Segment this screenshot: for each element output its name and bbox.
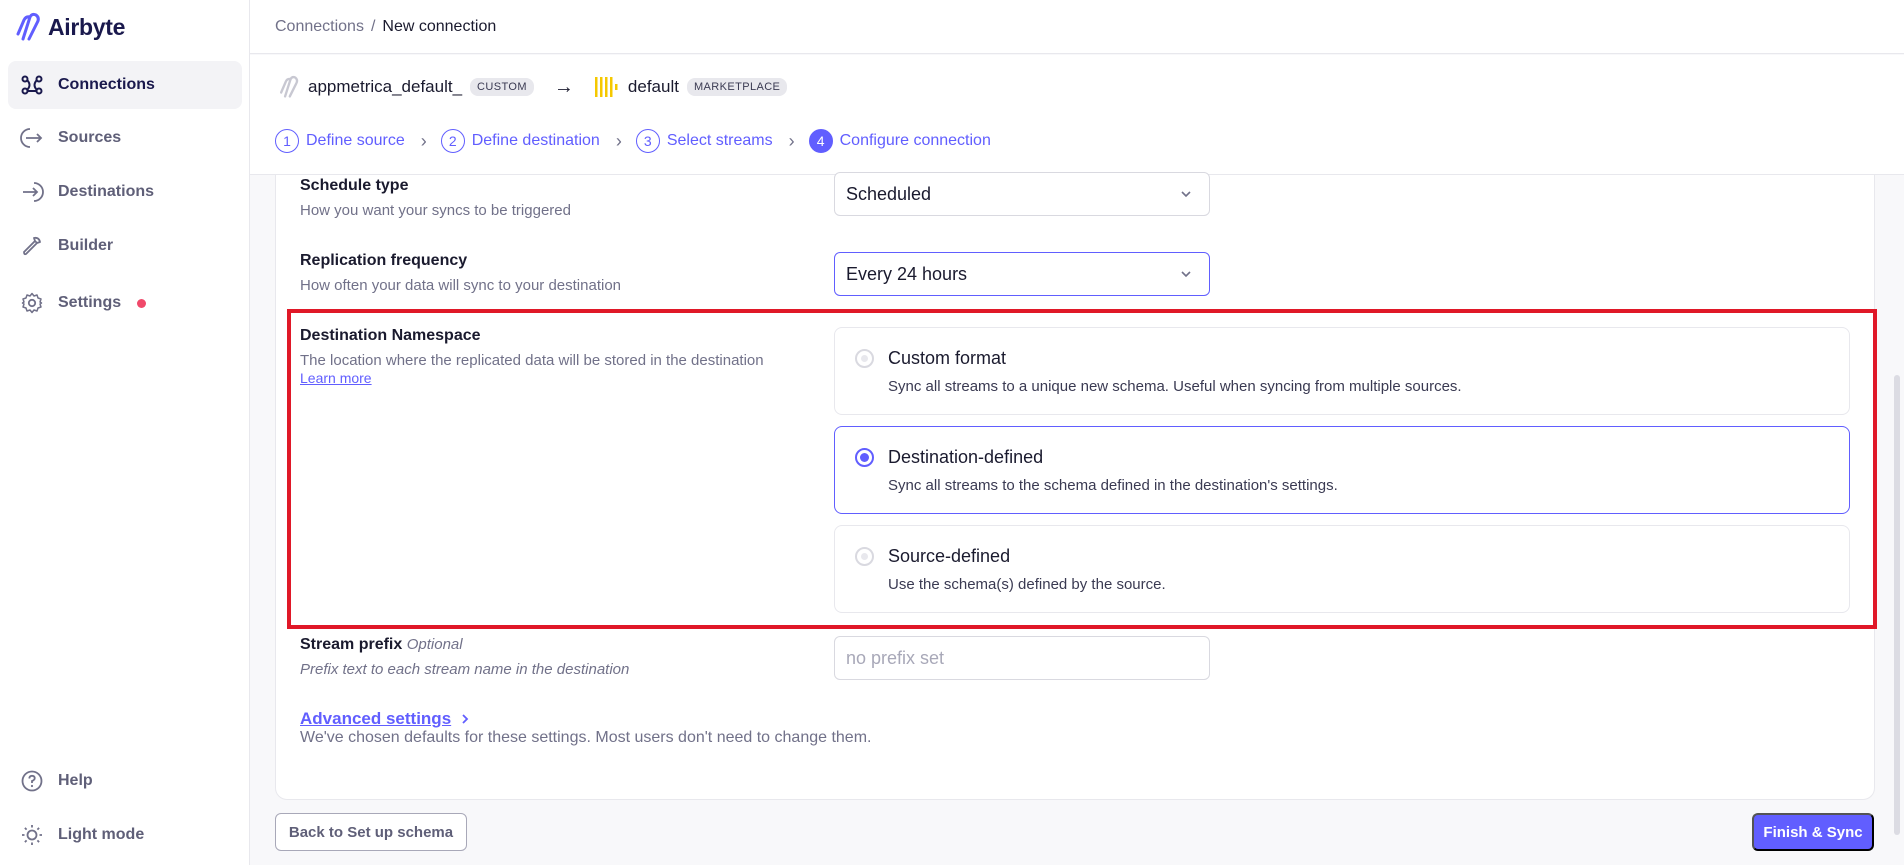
sidebar-item-light-mode[interactable]: Light mode: [8, 811, 242, 859]
chevron-down-icon: [1181, 271, 1191, 278]
back-to-schema-button[interactable]: Back to Set up schema: [275, 813, 467, 851]
step-number: 3: [635, 129, 660, 153]
chevron-right-icon: ›: [615, 130, 622, 151]
option-description: Sync all streams to a unique new schema.…: [888, 378, 1462, 395]
sidebar-item-label: Help: [58, 772, 93, 789]
step-label: Define source: [306, 132, 405, 149]
configuration-card: Schedule type How you want your syncs to…: [275, 172, 1875, 800]
namespace-option-destination-defined[interactable]: Destination-defined Sync all streams to …: [834, 426, 1850, 514]
connection-header: appmetrica_default_ CUSTOM → default MAR…: [250, 55, 1904, 175]
sidebar-item-settings[interactable]: Settings: [8, 279, 242, 327]
stream-prefix-placeholder: no prefix set: [846, 647, 945, 668]
step-define-source[interactable]: 1 Define source: [275, 129, 405, 153]
airbyte-logo[interactable]: Airbyte: [14, 10, 125, 44]
scrollbar[interactable]: [1892, 175, 1900, 835]
chevron-down-icon: [1181, 191, 1191, 198]
schedule-type-select[interactable]: Scheduled: [834, 172, 1210, 216]
step-label: Define destination: [471, 132, 600, 149]
option-title: Source-defined: [888, 546, 1011, 566]
help-icon: [21, 770, 43, 792]
step-label: Configure connection: [839, 132, 991, 149]
replication-frequency-label: Replication frequency: [300, 252, 468, 269]
sidebar-item-connections[interactable]: Connections: [8, 61, 242, 109]
namespace-option-source-defined[interactable]: Source-defined Use the schema(s) defined…: [834, 525, 1850, 613]
advanced-settings-label: Advanced settings: [300, 709, 452, 728]
destination-name: default: [627, 77, 679, 96]
option-title: Custom format: [888, 348, 1007, 368]
breadcrumb: Connections / New connection: [250, 0, 1904, 54]
sidebar-item-destinations[interactable]: Destinations: [8, 168, 242, 216]
breadcrumb-current: New connection: [382, 17, 497, 35]
schedule-type-value: Scheduled: [846, 183, 932, 204]
source-connector-icon: [279, 75, 299, 98]
stream-prefix-label-text: Stream prefix: [300, 636, 403, 653]
learn-more-link[interactable]: Learn more: [300, 370, 372, 386]
chevron-right-icon: ›: [788, 130, 795, 151]
connections-icon: [21, 75, 43, 95]
radio-destination-defined[interactable]: [855, 448, 874, 467]
chevron-right-icon: [462, 714, 469, 724]
sidebar-item-label: Destinations: [58, 183, 155, 200]
sidebar-item-label: Connections: [58, 76, 155, 93]
sidebar-item-label: Builder: [58, 237, 114, 254]
advanced-settings-link[interactable]: Advanced settings: [300, 709, 471, 729]
step-number: 4: [808, 129, 833, 153]
replication-frequency-value: Every 24 hours: [846, 263, 968, 284]
sidebar-item-label: Light mode: [58, 826, 145, 843]
radio-custom-format[interactable]: [855, 349, 874, 368]
notification-dot: [137, 298, 147, 308]
option-description: Sync all streams to the schema defined i…: [888, 477, 1338, 494]
optional-tag: Optional: [406, 636, 463, 653]
option-title: Destination-defined: [888, 447, 1044, 467]
sidebar-item-sources[interactable]: Sources: [8, 114, 242, 162]
chevron-right-icon: ›: [420, 130, 427, 151]
finish-and-sync-button[interactable]: Finish & Sync: [1752, 813, 1874, 851]
step-configure-connection[interactable]: 4 Configure connection: [808, 129, 991, 153]
stream-prefix-description: Prefix text to each stream name in the d…: [300, 661, 630, 678]
app-name: Airbyte: [48, 13, 126, 40]
destination-namespace-label: Destination Namespace: [300, 327, 481, 344]
stream-prefix-label: Stream prefix Optional: [300, 636, 463, 654]
destination-badge: MARKETPLACE: [686, 78, 788, 96]
sidebar: Airbyte Connections Sources Destinations…: [0, 0, 250, 865]
schedule-type-description: How you want your syncs to be triggered: [300, 202, 571, 219]
breadcrumb-connections-link[interactable]: Connections: [275, 18, 364, 36]
stepper: 1 Define source › 2 Define destination ›…: [275, 129, 991, 153]
scrollbar-thumb[interactable]: [1894, 375, 1900, 835]
destination-connector-icon: [594, 77, 618, 97]
advanced-settings-description: We've chosen defaults for these settings…: [300, 729, 872, 746]
destination-namespace-description: The location where the replicated data w…: [300, 352, 764, 369]
sidebar-item-help[interactable]: Help: [8, 757, 242, 805]
step-number: 2: [440, 129, 465, 153]
airbyte-logo-icon: [16, 12, 40, 41]
sidebar-item-label: Sources: [58, 129, 122, 146]
option-description: Use the schema(s) defined by the source.: [888, 576, 1166, 593]
arrow-right-icon: →: [553, 75, 574, 98]
step-select-streams[interactable]: 3 Select streams: [635, 129, 773, 153]
replication-frequency-description: How often your data will sync to your de…: [300, 277, 621, 294]
replication-frequency-select[interactable]: Every 24 hours: [834, 252, 1210, 296]
schedule-type-label: Schedule type: [300, 177, 409, 194]
namespace-option-custom-format[interactable]: Custom format Sync all streams to a uniq…: [834, 327, 1850, 415]
connection-summary: appmetrica_default_ CUSTOM → default MAR…: [278, 75, 788, 99]
source-name: appmetrica_default_: [308, 77, 463, 96]
breadcrumb-separator: /: [370, 17, 376, 35]
gear-icon: [21, 292, 43, 314]
builder-icon: [23, 236, 41, 256]
stream-prefix-input[interactable]: no prefix set: [834, 636, 1210, 680]
sidebar-item-label: Settings: [58, 294, 122, 311]
sidebar-item-builder[interactable]: Builder: [8, 222, 242, 270]
step-number: 1: [275, 129, 299, 153]
radio-source-defined[interactable]: [855, 547, 874, 566]
destinations-icon: [23, 182, 44, 202]
source-badge: CUSTOM: [470, 78, 534, 96]
step-define-destination[interactable]: 2 Define destination: [440, 129, 600, 153]
step-label: Select streams: [666, 132, 773, 149]
sun-icon: [22, 825, 42, 845]
sources-icon: [20, 128, 43, 148]
